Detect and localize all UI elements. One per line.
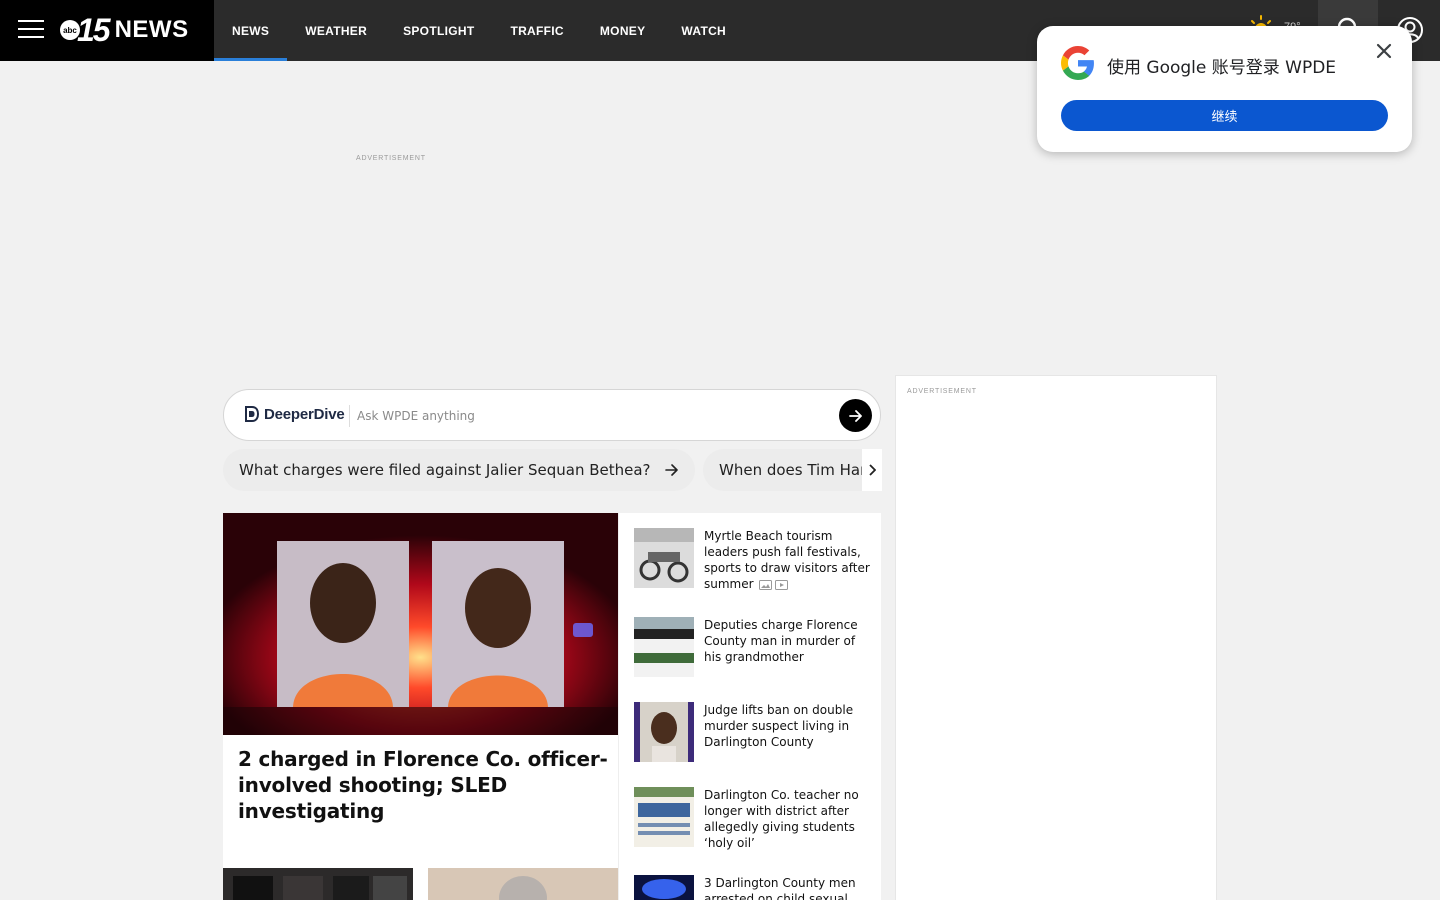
deeperdive-logo-icon xyxy=(245,406,260,422)
nav-weather[interactable]: WEATHER xyxy=(287,0,385,61)
chip-label: What charges were filed against Jalier S… xyxy=(239,461,651,479)
sheriff-car-image xyxy=(634,617,694,677)
ask-input[interactable] xyxy=(357,404,827,428)
suspect-photo-image xyxy=(634,702,694,762)
site-logo[interactable]: abc 15 NEWS xyxy=(60,12,189,48)
logo-number: 15 xyxy=(77,11,111,48)
arrow-right-icon xyxy=(664,464,678,476)
signin-title: 使用 Google 账号登录 WPDE xyxy=(1107,58,1337,78)
gallery-icon xyxy=(759,579,773,590)
media-icons xyxy=(759,579,789,590)
continue-button[interactable]: 继续 xyxy=(1061,100,1388,131)
advertisement-label: ADVERTISEMENT xyxy=(356,155,426,162)
brand-area: abc 15 NEWS xyxy=(0,0,214,61)
main-nav: NEWS WEATHER SPOTLIGHT TRAFFIC MONEY WAT… xyxy=(214,0,744,61)
right-rail-ad: ADVERTISEMENT xyxy=(895,375,1217,900)
story-thumbnail-image xyxy=(428,868,618,900)
deeperdive-logo: DeeperDive xyxy=(244,405,345,423)
motorcycles-image xyxy=(634,528,694,588)
google-signin-popup: 使用 Google 账号登录 WPDE 继续 xyxy=(1037,26,1412,152)
side-story-title: Myrtle Beach tourism leaders push fall f… xyxy=(704,529,870,591)
side-story-thumbnail xyxy=(634,787,694,847)
side-story-title: 3 Darlington County men arrested on chil… xyxy=(704,876,856,900)
nav-watch[interactable]: WATCH xyxy=(663,0,744,61)
side-story-item[interactable]: Myrtle Beach tourism leaders push fall f… xyxy=(634,528,874,591)
arrow-right-icon xyxy=(848,409,862,422)
column-divider xyxy=(618,513,619,900)
chip-label: When does Tim Harris xyxy=(719,461,881,479)
video-icon xyxy=(775,579,789,590)
chips-next-button[interactable] xyxy=(862,449,882,491)
deeperdive-logo-text: DeeperDive xyxy=(264,405,345,423)
suggested-question-chip[interactable]: What charges were filed against Jalier S… xyxy=(223,449,695,491)
side-story-thumbnail xyxy=(634,528,694,588)
side-story-thumbnail xyxy=(634,617,694,677)
submit-button[interactable] xyxy=(839,399,872,432)
side-story-thumbnail xyxy=(634,875,694,900)
google-logo-icon xyxy=(1061,46,1094,80)
suggested-questions: What charges were filed against Jalier S… xyxy=(223,449,881,491)
advertisement-label: ADVERTISEMENT xyxy=(907,388,977,395)
nav-news[interactable]: NEWS xyxy=(214,0,288,61)
chevron-right-icon xyxy=(869,464,876,476)
search-divider xyxy=(349,405,350,427)
side-story-item[interactable]: Deputies charge Florence County man in m… xyxy=(634,617,874,677)
nav-spotlight[interactable]: SPOTLIGHT xyxy=(385,0,492,61)
side-story-title: Deputies charge Florence County man in m… xyxy=(704,618,858,664)
deeperdive-search-box: DeeperDive xyxy=(223,389,881,441)
lead-story-image[interactable] xyxy=(223,513,618,735)
hamburger-menu-icon[interactable] xyxy=(18,20,44,40)
top-stories: 2 charged in Florence Co. officer-involv… xyxy=(223,513,881,900)
suggested-question-chip[interactable]: When does Tim Harris xyxy=(703,449,881,491)
side-story-item[interactable]: Darlington Co. teacher no longer with di… xyxy=(634,787,874,851)
side-story-thumbnail xyxy=(634,702,694,762)
nav-money[interactable]: MONEY xyxy=(582,0,664,61)
mugshots-image xyxy=(223,513,618,735)
logo-news-text: NEWS xyxy=(114,16,189,43)
school-sign-image xyxy=(634,787,694,847)
side-story-title: Darlington Co. teacher no longer with di… xyxy=(704,788,859,850)
story-thumbnail[interactable] xyxy=(428,868,618,900)
close-icon[interactable] xyxy=(1373,40,1395,62)
story-thumbnail-image xyxy=(223,868,413,900)
side-story-item[interactable]: Judge lifts ban on double murder suspect… xyxy=(634,702,874,762)
nav-traffic[interactable]: TRAFFIC xyxy=(492,0,581,61)
abc-logo-circle: abc xyxy=(60,20,80,40)
police-lights-image xyxy=(634,875,694,900)
lead-story-title[interactable]: 2 charged in Florence Co. officer-involv… xyxy=(238,746,608,824)
side-story-title: Judge lifts ban on double murder suspect… xyxy=(704,703,854,749)
side-story-item[interactable]: 3 Darlington County men arrested on chil… xyxy=(634,875,874,900)
story-thumbnail[interactable] xyxy=(223,868,413,900)
